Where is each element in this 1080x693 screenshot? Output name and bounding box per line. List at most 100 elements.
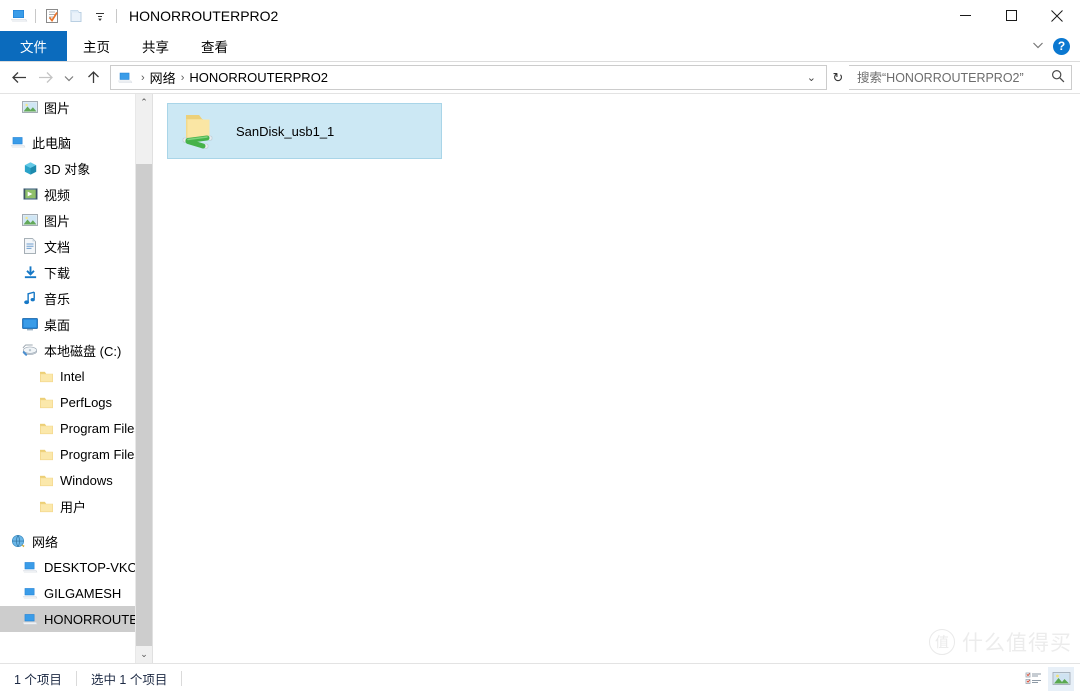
sidebar-scrollbar[interactable]: ⌃ ⌄ [135, 94, 152, 663]
file-item[interactable]: SanDisk_usb1_1 [167, 103, 442, 159]
main-area: 图片 此电脑 3D 对象 视频 图片 文档 下载 音乐 桌面 本地磁盘 (C:) Intel Perf… [0, 93, 1080, 663]
shared-folder-icon [176, 107, 224, 155]
up-button[interactable] [80, 65, 106, 91]
sidebar-item-program-files-x86[interactable]: Program Files (x86) [0, 441, 152, 467]
computer-icon [22, 559, 38, 575]
sidebar-item-c[interactable]: 本地磁盘 (C:) [0, 337, 152, 363]
sidebar-item-label: 3D 对象 [44, 161, 91, 177]
details-view-button[interactable] [1020, 667, 1046, 691]
sidebar-item-desktop-vkcc0[interactable]: DESKTOP-VKCC0 [0, 554, 152, 580]
documents-icon [22, 238, 38, 254]
sidebar-item-label: PerfLogs [60, 394, 113, 410]
breadcrumb-separator-0: › [141, 71, 145, 84]
quick-access-toolbar [0, 5, 120, 27]
sidebar-item-program-files[interactable]: Program Files [0, 415, 152, 441]
sidebar-item-3d[interactable]: 3D 对象 [0, 155, 152, 181]
qat-divider-2 [116, 8, 117, 23]
recent-locations-chevron-down-icon[interactable] [58, 65, 80, 91]
large-icons-view-button[interactable] [1048, 666, 1074, 691]
sidebar-item-gilgamesh[interactable]: GILGAMESH [0, 580, 152, 606]
network-breadcrumb-icon [117, 70, 133, 86]
network-computer-icon[interactable] [8, 5, 30, 27]
maximize-button[interactable] [988, 0, 1034, 31]
new-folder-icon[interactable] [65, 5, 87, 27]
close-button[interactable] [1034, 0, 1080, 31]
view-mode-buttons [1020, 664, 1074, 693]
sidebar-item-honorrouterpro2[interactable]: HONORROUTERPRO2 [0, 606, 152, 632]
search-icon[interactable] [1051, 69, 1065, 86]
breadcrumb[interactable]: › 网络 › HONORROUTERPRO2 ⌄ [110, 65, 827, 90]
back-button[interactable] [6, 65, 32, 91]
properties-icon[interactable] [41, 5, 63, 27]
minimize-button[interactable] [942, 0, 988, 31]
window-title: HONORROUTERPRO2 [129, 7, 279, 24]
customize-dropdown-icon[interactable] [89, 5, 111, 27]
tab-home[interactable]: 主页 [67, 31, 126, 61]
computer-icon [22, 611, 38, 627]
scrollbar-thumb[interactable] [136, 164, 152, 646]
tab-view[interactable]: 查看 [185, 31, 244, 61]
breadcrumb-item-honorrouterpro2[interactable]: HONORROUTERPRO2 [186, 70, 331, 85]
refresh-button[interactable]: ↻ [827, 70, 849, 86]
sidebar-item-label: 桌面 [44, 317, 71, 333]
search-box[interactable] [849, 65, 1072, 90]
window-controls [942, 0, 1080, 31]
breadcrumb-item-network[interactable]: 网络 [147, 68, 179, 87]
sidebar-item-[interactable]: 图片 [0, 94, 152, 120]
watermark: 值 什么值得买 [929, 627, 1072, 657]
search-input[interactable] [855, 69, 1051, 86]
address-dropdown-chevron-down-icon[interactable]: ⌄ [801, 71, 822, 84]
local-disk-icon [22, 342, 38, 358]
sidebar-item-intel[interactable]: Intel [0, 363, 152, 389]
ribbon-right-controls: ? [1031, 31, 1074, 61]
sidebar-item-label: 音乐 [44, 291, 71, 307]
status-bar: 1 个项目 选中 1 个项目 [0, 663, 1080, 693]
folder-icon [38, 472, 54, 488]
sidebar-item-[interactable]: 下载 [0, 259, 152, 285]
3d-objects-icon [22, 160, 38, 176]
sidebar-item-[interactable]: 用户 [0, 493, 152, 519]
breadcrumb-separator-1[interactable]: › [179, 72, 187, 84]
sidebar-item-label: 本地磁盘 (C:) [44, 343, 122, 359]
file-item-label: SanDisk_usb1_1 [236, 123, 335, 139]
help-button[interactable]: ? [1053, 37, 1070, 55]
sidebar-item-label: 此电脑 [32, 135, 72, 151]
sidebar-item-[interactable]: 此电脑 [0, 129, 152, 155]
folder-icon [38, 446, 54, 462]
sidebar-item-label: 网络 [32, 534, 59, 550]
sidebar-item-label: GILGAMESH [44, 585, 122, 601]
computer-icon [22, 585, 38, 601]
file-list-pane[interactable]: SanDisk_usb1_1 值 什么值得买 [153, 94, 1080, 663]
folder-icon [38, 420, 54, 436]
sidebar-item-label: 下载 [44, 265, 71, 281]
scroll-up-arrow-icon[interactable]: ⌃ [136, 94, 152, 111]
sidebar-item-[interactable]: 图片 [0, 207, 152, 233]
tab-file[interactable]: 文件 [0, 31, 67, 61]
sidebar-item-windows[interactable]: Windows [0, 467, 152, 493]
sidebar-item-label: 文档 [44, 239, 71, 255]
this-pc-icon [10, 134, 26, 150]
expand-ribbon-chevron-down-icon[interactable] [1031, 38, 1045, 55]
tab-share[interactable]: 共享 [126, 31, 185, 61]
forward-button[interactable] [32, 65, 58, 91]
sidebar-item-label: 用户 [60, 499, 87, 515]
navigation-tree: 图片 此电脑 3D 对象 视频 图片 文档 下载 音乐 桌面 本地磁盘 (C:) Intel Perf… [0, 94, 152, 632]
watermark-text: 什么值得买 [962, 632, 1072, 655]
sidebar-item-perflogs[interactable]: PerfLogs [0, 389, 152, 415]
sidebar-item-[interactable]: 桌面 [0, 311, 152, 337]
sidebar-item-[interactable]: 文档 [0, 233, 152, 259]
sidebar-item-label: 图片 [44, 100, 71, 116]
network-icon [10, 533, 26, 549]
navigation-pane: 图片 此电脑 3D 对象 视频 图片 文档 下载 音乐 桌面 本地磁盘 (C:) Intel Perf… [0, 94, 153, 663]
sidebar-item-[interactable]: 视频 [0, 181, 152, 207]
sidebar-item-[interactable]: 音乐 [0, 285, 152, 311]
status-divider-1 [75, 671, 77, 686]
scroll-down-arrow-icon[interactable]: ⌄ [136, 646, 152, 663]
folder-icon [38, 394, 54, 410]
sidebar-item-[interactable]: 网络 [0, 528, 152, 554]
pictures-icon [22, 212, 38, 228]
status-divider-2 [181, 671, 183, 686]
watermark-logo: 值 [929, 629, 955, 655]
